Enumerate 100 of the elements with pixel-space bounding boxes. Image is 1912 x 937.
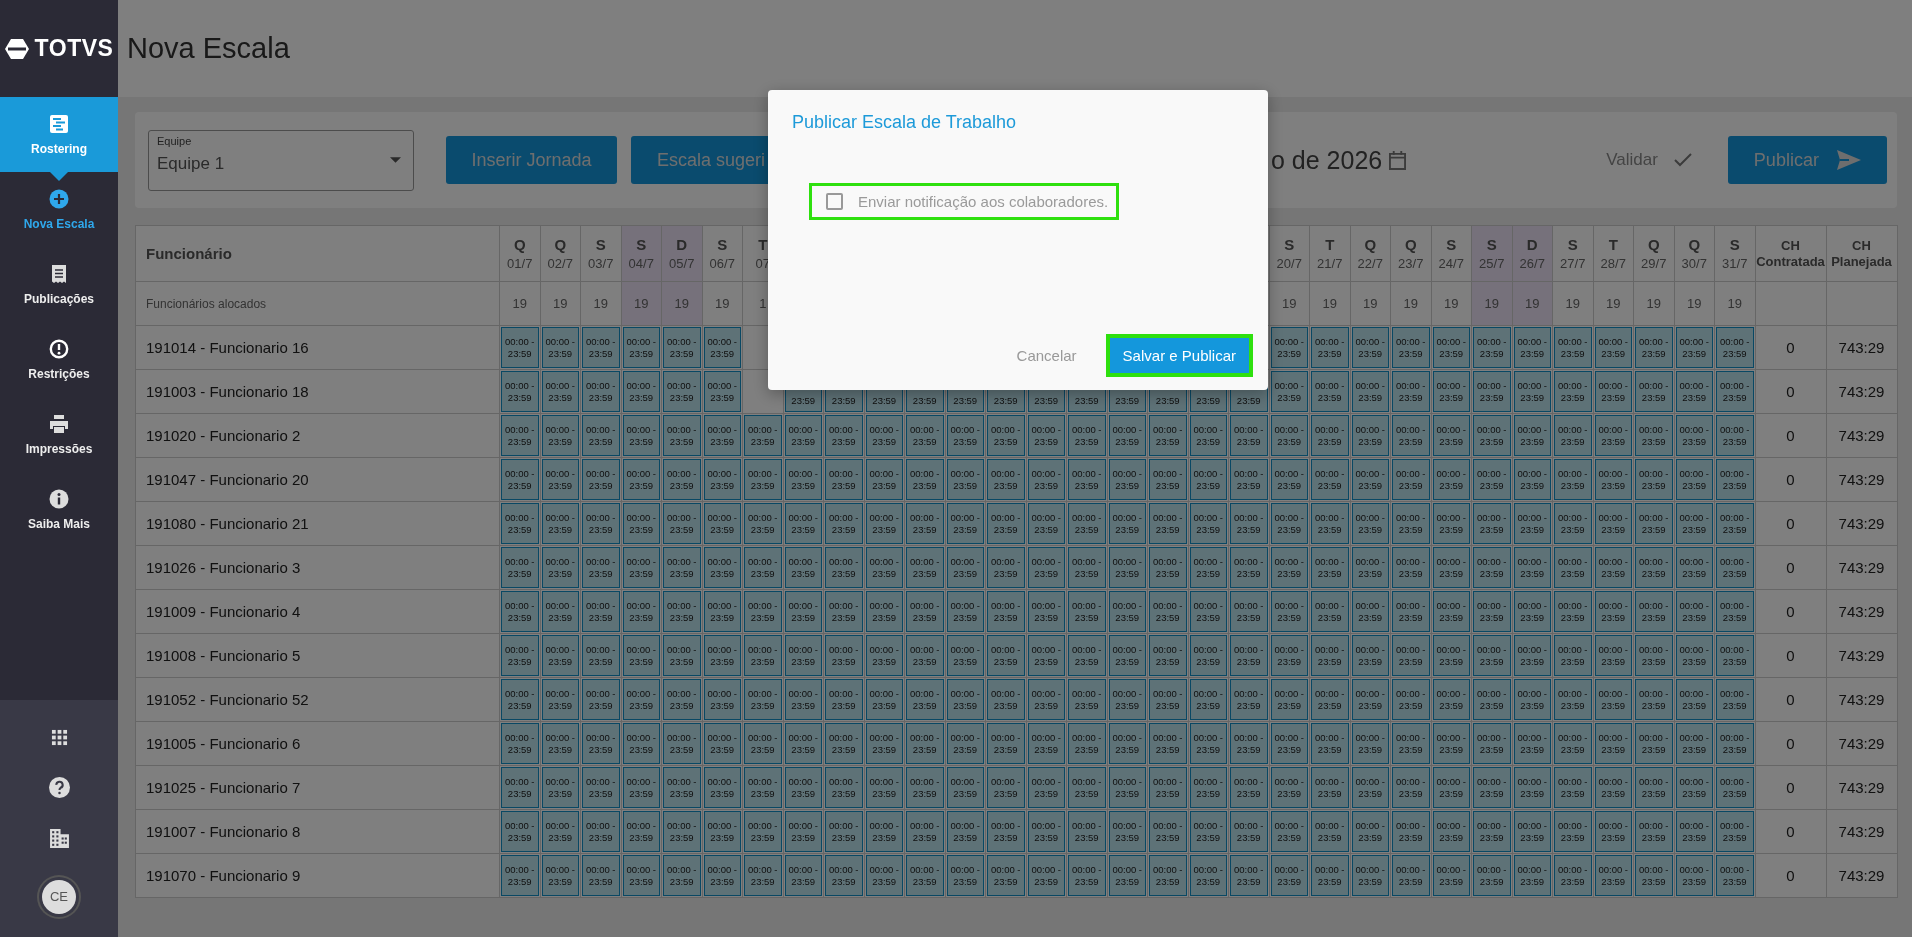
shift-block[interactable]: 00:00 - 23:59 — [1432, 459, 1470, 500]
shift-block[interactable]: 00:00 - 23:59 — [541, 855, 579, 896]
shift-block[interactable]: 00:00 - 23:59 — [825, 547, 863, 588]
shift-block[interactable]: 00:00 - 23:59 — [1392, 371, 1430, 412]
shift-block[interactable]: 00:00 - 23:59 — [582, 811, 620, 852]
shift-block[interactable]: 00:00 - 23:59 — [865, 503, 903, 544]
shift-block[interactable]: 00:00 - 23:59 — [1189, 679, 1227, 720]
shift-block[interactable]: 00:00 - 23:59 — [1108, 415, 1146, 456]
shift-block[interactable]: 00:00 - 23:59 — [703, 371, 741, 412]
shift-block[interactable]: 00:00 - 23:59 — [1432, 591, 1470, 632]
shift-block[interactable]: 00:00 - 23:59 — [1594, 415, 1632, 456]
shift-block[interactable]: 00:00 - 23:59 — [663, 811, 701, 852]
shift-block[interactable]: 00:00 - 23:59 — [1716, 679, 1754, 720]
shift-block[interactable]: 00:00 - 23:59 — [1108, 679, 1146, 720]
shift-block[interactable]: 00:00 - 23:59 — [987, 547, 1025, 588]
shift-block[interactable]: 00:00 - 23:59 — [663, 723, 701, 764]
shift-block[interactable]: 00:00 - 23:59 — [825, 635, 863, 676]
shift-block[interactable]: 00:00 - 23:59 — [501, 767, 539, 808]
shift-block[interactable]: 00:00 - 23:59 — [541, 459, 579, 500]
shift-block[interactable]: 00:00 - 23:59 — [1230, 415, 1268, 456]
shift-block[interactable]: 00:00 - 23:59 — [1392, 327, 1430, 368]
shift-block[interactable]: 00:00 - 23:59 — [1027, 547, 1065, 588]
shift-block[interactable]: 00:00 - 23:59 — [541, 723, 579, 764]
shift-block[interactable]: 00:00 - 23:59 — [501, 459, 539, 500]
shift-block[interactable]: 00:00 - 23:59 — [946, 767, 984, 808]
shift-block[interactable]: 00:00 - 23:59 — [1068, 547, 1106, 588]
shift-block[interactable]: 00:00 - 23:59 — [744, 415, 782, 456]
shift-block[interactable]: 00:00 - 23:59 — [1027, 635, 1065, 676]
shift-block[interactable]: 00:00 - 23:59 — [744, 503, 782, 544]
shift-block[interactable]: 00:00 - 23:59 — [1311, 767, 1349, 808]
shift-block[interactable]: 00:00 - 23:59 — [1635, 327, 1673, 368]
shift-block[interactable]: 00:00 - 23:59 — [1230, 459, 1268, 500]
shift-block[interactable]: 00:00 - 23:59 — [582, 855, 620, 896]
shift-block[interactable]: 00:00 - 23:59 — [865, 415, 903, 456]
shift-block[interactable]: 00:00 - 23:59 — [703, 635, 741, 676]
shift-block[interactable]: 00:00 - 23:59 — [1594, 635, 1632, 676]
shift-block[interactable]: 00:00 - 23:59 — [541, 811, 579, 852]
shift-block[interactable]: 00:00 - 23:59 — [744, 459, 782, 500]
shift-block[interactable]: 00:00 - 23:59 — [1149, 635, 1187, 676]
shift-block[interactable]: 00:00 - 23:59 — [825, 503, 863, 544]
shift-block[interactable]: 00:00 - 23:59 — [906, 591, 944, 632]
shift-block[interactable]: 00:00 - 23:59 — [1230, 591, 1268, 632]
shift-block[interactable]: 00:00 - 23:59 — [1108, 503, 1146, 544]
shift-block[interactable]: 00:00 - 23:59 — [1554, 371, 1592, 412]
shift-block[interactable]: 00:00 - 23:59 — [825, 591, 863, 632]
shift-block[interactable]: 00:00 - 23:59 — [582, 635, 620, 676]
shift-block[interactable]: 00:00 - 23:59 — [1027, 415, 1065, 456]
shift-block[interactable]: 00:00 - 23:59 — [663, 855, 701, 896]
shift-block[interactable]: 00:00 - 23:59 — [825, 679, 863, 720]
shift-block[interactable]: 00:00 - 23:59 — [622, 371, 660, 412]
shift-block[interactable]: 00:00 - 23:59 — [1473, 855, 1511, 896]
shift-block[interactable]: 00:00 - 23:59 — [1311, 503, 1349, 544]
shift-block[interactable]: 00:00 - 23:59 — [1635, 679, 1673, 720]
shift-block[interactable]: 00:00 - 23:59 — [1432, 371, 1470, 412]
shift-block[interactable]: 00:00 - 23:59 — [1027, 503, 1065, 544]
shift-block[interactable]: 00:00 - 23:59 — [1675, 415, 1713, 456]
shift-block[interactable]: 00:00 - 23:59 — [1351, 503, 1389, 544]
shift-block[interactable]: 00:00 - 23:59 — [703, 811, 741, 852]
shift-block[interactable]: 00:00 - 23:59 — [541, 591, 579, 632]
shift-block[interactable]: 00:00 - 23:59 — [663, 679, 701, 720]
shift-block[interactable]: 00:00 - 23:59 — [1189, 415, 1227, 456]
shift-block[interactable]: 00:00 - 23:59 — [1432, 327, 1470, 368]
shift-block[interactable]: 00:00 - 23:59 — [1675, 503, 1713, 544]
shift-block[interactable]: 00:00 - 23:59 — [1189, 459, 1227, 500]
shift-block[interactable]: 00:00 - 23:59 — [946, 723, 984, 764]
shift-block[interactable]: 00:00 - 23:59 — [663, 371, 701, 412]
shift-block[interactable]: 00:00 - 23:59 — [744, 635, 782, 676]
shift-block[interactable]: 00:00 - 23:59 — [1554, 855, 1592, 896]
shift-block[interactable]: 00:00 - 23:59 — [1351, 723, 1389, 764]
shift-block[interactable]: 00:00 - 23:59 — [1270, 855, 1308, 896]
shift-block[interactable]: 00:00 - 23:59 — [1473, 415, 1511, 456]
shift-block[interactable]: 00:00 - 23:59 — [906, 723, 944, 764]
shift-block[interactable]: 00:00 - 23:59 — [1108, 723, 1146, 764]
shift-block[interactable]: 00:00 - 23:59 — [1108, 635, 1146, 676]
shift-block[interactable]: 00:00 - 23:59 — [1716, 855, 1754, 896]
shift-block[interactable]: 00:00 - 23:59 — [501, 855, 539, 896]
shift-block[interactable]: 00:00 - 23:59 — [541, 327, 579, 368]
shift-block[interactable]: 00:00 - 23:59 — [1675, 855, 1713, 896]
shift-block[interactable]: 00:00 - 23:59 — [663, 503, 701, 544]
notify-checkbox[interactable]: Enviar notificação aos colaboradores. — [809, 183, 1120, 220]
shift-block[interactable]: 00:00 - 23:59 — [946, 459, 984, 500]
shift-block[interactable]: 00:00 - 23:59 — [784, 723, 822, 764]
shift-block[interactable]: 00:00 - 23:59 — [1716, 547, 1754, 588]
shift-block[interactable]: 00:00 - 23:59 — [703, 679, 741, 720]
shift-block[interactable]: 00:00 - 23:59 — [1635, 723, 1673, 764]
shift-block[interactable]: 00:00 - 23:59 — [1635, 855, 1673, 896]
shift-block[interactable]: 00:00 - 23:59 — [1392, 459, 1430, 500]
shift-block[interactable]: 00:00 - 23:59 — [1230, 767, 1268, 808]
shift-block[interactable]: 00:00 - 23:59 — [1351, 855, 1389, 896]
shift-block[interactable]: 00:00 - 23:59 — [987, 459, 1025, 500]
shift-block[interactable]: 00:00 - 23:59 — [622, 459, 660, 500]
shift-block[interactable]: 00:00 - 23:59 — [1108, 547, 1146, 588]
shift-block[interactable]: 00:00 - 23:59 — [622, 415, 660, 456]
shift-block[interactable]: 00:00 - 23:59 — [622, 855, 660, 896]
shift-block[interactable]: 00:00 - 23:59 — [1432, 415, 1470, 456]
shift-block[interactable]: 00:00 - 23:59 — [744, 855, 782, 896]
shift-block[interactable]: 00:00 - 23:59 — [1311, 635, 1349, 676]
shift-block[interactable]: 00:00 - 23:59 — [1594, 723, 1632, 764]
shift-block[interactable]: 00:00 - 23:59 — [1473, 459, 1511, 500]
shift-block[interactable]: 00:00 - 23:59 — [825, 811, 863, 852]
